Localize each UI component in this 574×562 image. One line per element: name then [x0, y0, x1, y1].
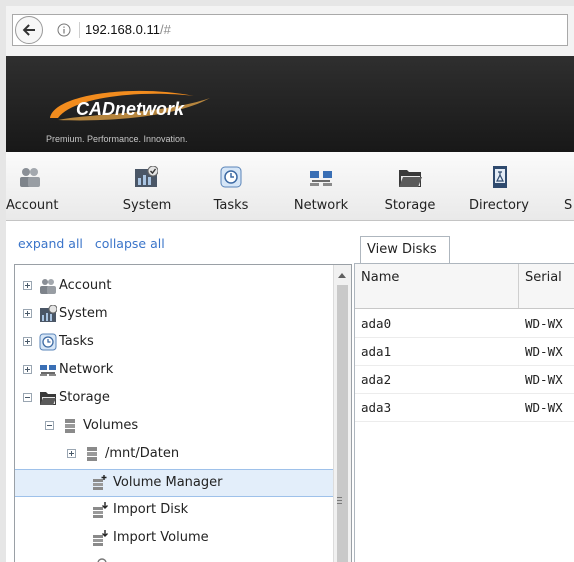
tree-item-system[interactable]: System	[15, 301, 333, 329]
toolbar-directory-button[interactable]: Directory	[464, 152, 534, 220]
tree-item-mnt-daten[interactable]: /mnt/Daten	[15, 441, 333, 469]
separator	[79, 22, 80, 38]
svg-text:CADnetwork: CADnetwork	[76, 99, 185, 119]
tree-item-label: Volumes	[83, 418, 139, 433]
tree-item-import-disk[interactable]: Import Disk	[15, 497, 333, 525]
toolbar-label: Storage	[384, 198, 436, 213]
expand-plus-icon[interactable]	[23, 281, 32, 290]
tree-item-volume-manager[interactable]: Volume Manager	[15, 469, 333, 497]
cell-serial: WD-WX	[525, 344, 563, 359]
tree-item-tasks[interactable]: Tasks	[15, 329, 333, 357]
column-divider[interactable]	[518, 264, 519, 308]
tree-item-storage[interactable]: Storage	[15, 385, 333, 413]
cell-serial: WD-WX	[525, 400, 563, 415]
import-icon	[93, 502, 108, 518]
cell-name: ada3	[361, 400, 392, 415]
tab-view-disks[interactable]: View Disks	[360, 236, 450, 264]
system-icon	[40, 305, 57, 322]
expand-plus-icon[interactable]	[67, 449, 76, 458]
toolbar-label: System	[122, 198, 172, 213]
scroll-grip-icon	[337, 497, 342, 504]
expand-plus-icon[interactable]	[23, 365, 32, 374]
scroll-up-arrow-icon[interactable]	[338, 273, 346, 278]
cadnetwork-logo: CADnetwork	[50, 90, 210, 121]
clock-icon	[39, 333, 57, 351]
directory-icon	[493, 166, 507, 188]
cell-name: ada0	[361, 316, 392, 331]
tree-item-network[interactable]: Network	[15, 357, 333, 385]
cell-serial: WD-WX	[525, 316, 563, 331]
collapse-minus-icon[interactable]	[23, 393, 32, 402]
tree-item-label: System	[59, 306, 108, 321]
table-row[interactable]: ada2 WD-WX	[355, 366, 574, 394]
cell-serial: WD-WX	[525, 372, 563, 387]
tagline: Premium. Performance. Innovation.	[46, 134, 188, 144]
network-icon	[310, 171, 332, 186]
main-toolbar: Account System Tasks Network Storage Dir…	[6, 152, 574, 221]
tree-scrollbar[interactable]	[333, 265, 351, 562]
collapse-all-link[interactable]: collapse all	[95, 236, 165, 251]
toolbar-label: S	[564, 198, 573, 213]
tree-item-label: Import Disk	[113, 502, 189, 517]
tree-item-partial[interactable]	[15, 553, 333, 562]
disk-icon	[97, 558, 107, 562]
browser-toolbar: 192.168.0.11/#	[6, 6, 574, 56]
address-bar[interactable]: 192.168.0.11/#	[12, 14, 568, 46]
tab-label: View Disks	[367, 242, 437, 257]
column-header-name[interactable]: Name	[361, 270, 399, 285]
tree-item-import-volume[interactable]: Import Volume	[15, 525, 333, 553]
tree-controls: expand all collapse all	[18, 236, 165, 251]
toolbar-storage-button[interactable]: Storage	[380, 152, 440, 220]
volume-icon	[87, 447, 97, 461]
column-header-serial[interactable]: Serial	[525, 270, 562, 285]
toolbar-account-button[interactable]: Account	[6, 152, 59, 220]
import-icon	[93, 530, 108, 546]
back-button[interactable]	[15, 16, 43, 44]
table-row[interactable]: ada0 WD-WX	[355, 310, 574, 338]
tree-item-label: /mnt/Daten	[105, 446, 180, 461]
toolbar-network-button[interactable]: Network	[288, 152, 354, 220]
toolbar-label: Network	[293, 198, 349, 213]
navigation-tree: Account System Tasks Network Storage Vol…	[14, 264, 352, 562]
tree-item-label: Tasks	[59, 334, 94, 349]
toolbar-label: Directory	[469, 198, 529, 213]
app-header: CADnetwork Premium. Performance. Innovat…	[6, 56, 574, 152]
table-row[interactable]: ada3 WD-WX	[355, 394, 574, 422]
collapse-minus-icon[interactable]	[45, 421, 54, 430]
system-icon	[135, 166, 158, 187]
grid-header: Name Serial	[355, 264, 574, 309]
tree-item-account[interactable]: Account	[15, 273, 333, 301]
volume-icon	[65, 419, 75, 433]
tree-item-label: Network	[59, 362, 114, 377]
tree-item-volumes[interactable]: Volumes	[15, 413, 333, 441]
network-icon	[40, 365, 56, 376]
expand-plus-icon[interactable]	[23, 337, 32, 346]
users-icon	[40, 279, 56, 294]
toolbar-truncated-button[interactable]: S	[564, 152, 574, 220]
cell-name: ada1	[361, 344, 392, 359]
url-text[interactable]: 192.168.0.11/#	[85, 22, 171, 37]
browser-window: 192.168.0.11/# CADnetwork Premium. Perfo…	[6, 6, 574, 562]
expand-all-link[interactable]: expand all	[18, 236, 83, 251]
toolbar-tasks-button[interactable]: Tasks	[206, 152, 256, 220]
folder-icon	[399, 170, 422, 187]
folder-icon	[40, 392, 56, 405]
tree-item-label: Storage	[59, 390, 110, 405]
tree-item-label: Import Volume	[113, 530, 209, 545]
disks-grid: Name Serial ada0 WD-WX ada1 WD-WX ada2 W…	[354, 263, 574, 562]
scroll-thumb[interactable]	[337, 285, 348, 562]
cell-name: ada2	[361, 372, 392, 387]
expand-plus-icon[interactable]	[23, 309, 32, 318]
tree-item-label: Account	[59, 278, 112, 293]
toolbar-system-button[interactable]: System	[114, 152, 180, 220]
volume-manager-icon	[93, 475, 107, 490]
toolbar-label: Tasks	[213, 198, 249, 213]
toolbar-label: Account	[6, 198, 59, 213]
info-icon[interactable]	[57, 23, 71, 37]
arrow-left-icon	[22, 24, 35, 36]
users-icon	[20, 168, 40, 187]
clock-icon	[220, 166, 242, 188]
table-row[interactable]: ada1 WD-WX	[355, 338, 574, 366]
tree-item-label: Volume Manager	[113, 475, 223, 490]
